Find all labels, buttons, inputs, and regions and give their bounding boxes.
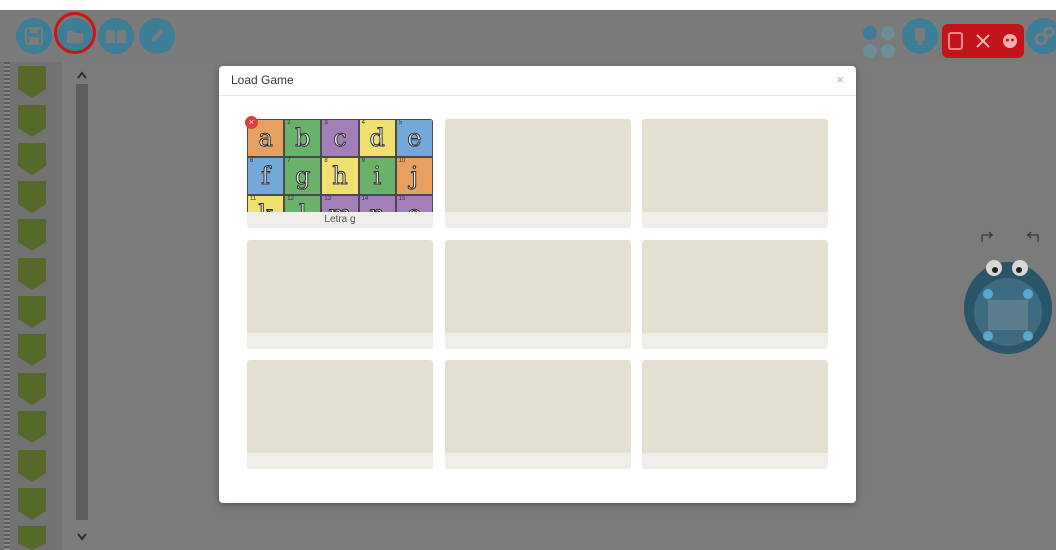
letter-grid: 1a2b3c4d5e6f7g8h9i10j11k12l13m14n15o [247, 119, 433, 212]
letter-cell-number: 2 [287, 120, 291, 126]
letter-cell: 7g [284, 157, 322, 195]
letter-cell: 14n [358, 195, 396, 213]
letter-cell: 5e [395, 119, 433, 157]
letter-cell-letter: h [332, 162, 349, 191]
saved-game-slot[interactable]: 1a2b3c4d5e6f7g8h9i10j11k12l13m14n15o Let… [247, 119, 433, 228]
letter-cell: 4d [358, 119, 396, 157]
slot-caption [445, 333, 631, 349]
letter-cell-letter: n [369, 200, 386, 213]
empty-game-slot[interactable] [247, 360, 433, 469]
letter-cell: 15o [395, 195, 433, 213]
folder-open-icon [67, 31, 83, 43]
palette-edge [4, 62, 10, 550]
letter-cell-number: 13 [324, 196, 332, 202]
letter-cell-number: 7 [287, 158, 291, 164]
edit-button[interactable] [139, 18, 175, 54]
empty-game-slot[interactable] [445, 119, 631, 228]
slot-caption [247, 333, 433, 349]
letter-cell: 13m [321, 195, 359, 213]
letter-cell: 2b [284, 119, 322, 157]
robot-icon[interactable] [962, 256, 1054, 356]
letter-cell-letter: a [258, 124, 273, 153]
letter-cell: 9i [358, 157, 396, 195]
dots-icon[interactable] [863, 26, 897, 60]
slot-caption [642, 453, 828, 469]
settings-button[interactable] [1026, 18, 1056, 54]
letter-cell-letter: l [298, 200, 307, 213]
letter-cell-number: 5 [398, 120, 403, 126]
pencil-icon [151, 29, 164, 42]
empty-game-slot[interactable] [642, 240, 828, 349]
letter-cell: 3c [321, 119, 359, 157]
dialog-header: Load Game × [219, 66, 856, 96]
scroll-down-icon[interactable] [76, 530, 88, 544]
book-icon [106, 30, 126, 43]
rotate-controls [980, 230, 1040, 248]
letter-cell-letter: g [295, 162, 311, 191]
slot-caption [642, 333, 828, 349]
letter-cell-number: 10 [398, 158, 406, 164]
save-icon [25, 27, 43, 45]
letter-cell-number: 15 [398, 196, 406, 202]
letter-cell-number: 3 [324, 120, 328, 126]
slot-caption [642, 212, 828, 228]
top-toolbar [0, 10, 1056, 62]
game-thumbnail: 1a2b3c4d5e6f7g8h9i10j11k12l13m14n15o [247, 119, 433, 212]
letter-cell-number: 12 [287, 196, 294, 202]
slot-caption [247, 453, 433, 469]
empty-game-slot[interactable] [642, 360, 828, 469]
letter-cell: 8h [321, 157, 359, 195]
close-icon [976, 34, 990, 48]
slot-caption [445, 212, 631, 228]
letter-cell-letter: e [407, 124, 422, 153]
save-button[interactable] [16, 18, 52, 54]
letter-cell-number: 4 [361, 120, 365, 126]
letter-cell: 11k [247, 195, 285, 213]
vertical-scrollbar[interactable] [76, 84, 88, 520]
letter-cell-number: 11 [250, 196, 257, 202]
rotate-right-icon[interactable] [1022, 230, 1040, 246]
letter-cell-number: 8 [324, 158, 328, 164]
letter-cell-number: 14 [361, 196, 369, 202]
letter-cell-letter: f [261, 162, 271, 191]
dialog-title: Load Game [231, 73, 294, 87]
close-icon[interactable]: × [836, 72, 844, 87]
letter-cell-letter: d [369, 124, 385, 153]
letter-cell: 12 l [284, 195, 322, 213]
empty-game-slot[interactable] [247, 240, 433, 349]
letter-cell-number: 6 [250, 158, 254, 164]
scroll-up-icon[interactable] [76, 68, 88, 82]
letter-cell-letter: c [333, 124, 347, 153]
slot-caption [445, 453, 631, 469]
empty-game-slot[interactable] [445, 240, 631, 349]
load-button[interactable] [57, 18, 93, 54]
letter-cell-letter: o [407, 200, 422, 213]
letter-cell-letter: j [410, 162, 419, 191]
letter-cell: 10 j [395, 157, 433, 195]
robot-card-icon [915, 28, 925, 45]
card-icon [947, 32, 963, 50]
settings-icon [1034, 26, 1055, 46]
stop-button[interactable] [942, 24, 1024, 58]
load-game-dialog: Load Game × 1a2b3c4d5e6f7g8h9i10j11k12l1… [219, 66, 856, 503]
slot-caption: Letra g [247, 212, 433, 228]
letter-cell-number: 9 [361, 158, 365, 164]
letter-cell-letter: m [328, 200, 352, 213]
letter-cell-letter: i [373, 162, 382, 191]
book-button[interactable] [98, 18, 134, 54]
delete-icon[interactable]: × [245, 116, 258, 129]
letter-cell-letter: b [295, 124, 311, 153]
empty-game-slot[interactable] [445, 360, 631, 469]
letter-cell: 6f [247, 157, 285, 195]
rotate-left-icon[interactable] [980, 230, 998, 246]
empty-game-slot[interactable] [642, 119, 828, 228]
robot-card-button[interactable] [902, 18, 938, 54]
robot-face-icon [1003, 34, 1018, 48]
letter-cell-letter: k [258, 200, 274, 213]
